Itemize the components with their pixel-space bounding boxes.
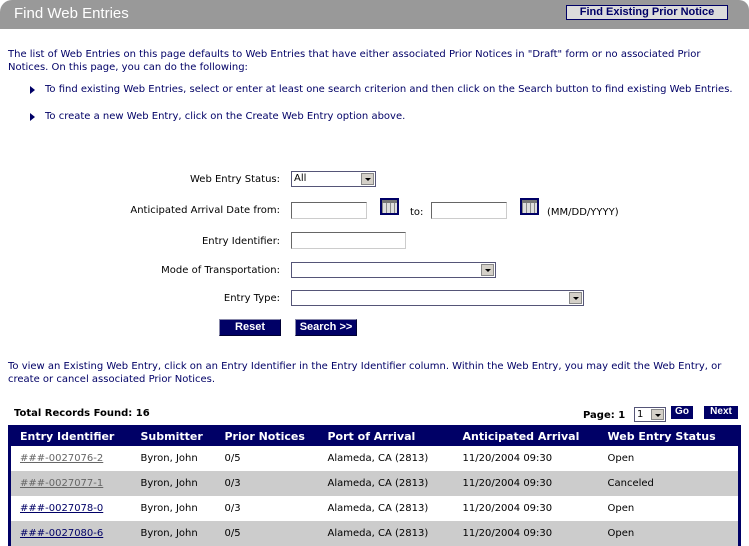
column-header-submitter[interactable]: Submitter: [131, 426, 216, 446]
date-to-label: to:: [410, 207, 424, 218]
column-header-anticipated-arrival[interactable]: Anticipated Arrival: [453, 426, 599, 446]
status-cell: Open: [598, 445, 740, 471]
title-bar: Find Web Entries Find Existing Prior Not…: [0, 0, 749, 29]
entry-identifier-label: Entry Identifier:: [201, 236, 280, 247]
page-indicator: Page: 1: [583, 410, 626, 421]
anticipated-arrival-cell: 11/20/2004 09:30: [453, 495, 599, 521]
chevron-down-icon[interactable]: [569, 292, 582, 304]
intro-text: The list of Web Entries on this page def…: [8, 49, 701, 73]
chevron-down-icon[interactable]: [651, 409, 664, 420]
anticipated-arrival-cell: 11/20/2004 09:30: [453, 470, 599, 496]
entry-identifier-link[interactable]: ###-0027077-1: [20, 478, 103, 489]
entry-identifier-link[interactable]: ###-0027078-0: [20, 503, 103, 514]
web-entry-status-label: Web Entry Status:: [190, 174, 280, 185]
bullet-text: To create a new Web Entry, click on the …: [45, 111, 406, 122]
bullet-arrow-icon: [30, 86, 35, 94]
table-row: ###-0027080-6 Byron, John 0/5 Alameda, C…: [9, 520, 740, 546]
bullet-item: To create a new Web Entry, click on the …: [30, 111, 745, 123]
go-button[interactable]: Go: [671, 406, 693, 419]
search-button[interactable]: Search >>: [295, 319, 357, 336]
prior-notices-cell: 0/5: [215, 445, 319, 471]
calendar-icon[interactable]: [520, 198, 539, 215]
column-header-port-of-arrival[interactable]: Port of Arrival: [318, 426, 454, 446]
column-header-web-entry-status[interactable]: Web Entry Status: [598, 426, 740, 446]
page-select[interactable]: 1: [634, 407, 666, 422]
next-button[interactable]: Next: [704, 406, 738, 419]
web-entry-status-select[interactable]: All: [291, 171, 376, 187]
prior-notices-cell: 0/5: [215, 520, 319, 546]
bullet-item: To find existing Web Entries, select or …: [30, 84, 745, 96]
entry-identifier-link[interactable]: ###-0027076-2: [20, 453, 103, 464]
entry-identifier-input[interactable]: [291, 232, 406, 249]
results-note: To view an Existing Web Entry, click on …: [8, 361, 722, 385]
calendar-icon[interactable]: [380, 198, 399, 215]
mode-of-transportation-label: Mode of Transportation:: [161, 265, 280, 276]
web-entries-table: Entry Identifier Submitter Prior Notices…: [8, 425, 741, 546]
arrival-date-from-label: Anticipated Arrival Date from:: [130, 205, 280, 216]
submitter-cell: Byron, John: [131, 495, 216, 521]
submitter-cell: Byron, John: [131, 470, 216, 496]
status-cell: Open: [598, 495, 740, 521]
arrival-date-to-input[interactable]: [431, 202, 507, 219]
prior-notices-cell: 0/3: [215, 470, 319, 496]
page-title: Find Web Entries: [14, 5, 129, 22]
submitter-cell: Byron, John: [131, 520, 216, 546]
port-of-arrival-cell: Alameda, CA (2813): [318, 520, 454, 546]
port-of-arrival-cell: Alameda, CA (2813): [318, 470, 454, 496]
page-select-value: 1: [637, 409, 644, 420]
bullet-text: To find existing Web Entries, select or …: [45, 84, 733, 95]
port-of-arrival-cell: Alameda, CA (2813): [318, 495, 454, 521]
column-header-prior-notices[interactable]: Prior Notices: [215, 426, 319, 446]
chevron-down-icon[interactable]: [361, 173, 374, 185]
prior-notices-cell: 0/3: [215, 495, 319, 521]
web-entry-status-value: All: [294, 173, 307, 184]
arrival-date-from-input[interactable]: [291, 202, 367, 219]
entry-type-select[interactable]: [291, 290, 584, 306]
entry-type-label: Entry Type:: [223, 293, 280, 304]
entry-identifier-link[interactable]: ###-0027080-6: [20, 528, 103, 539]
table-row: ###-0027076-2 Byron, John 0/5 Alameda, C…: [9, 445, 740, 471]
port-of-arrival-cell: Alameda, CA (2813): [318, 445, 454, 471]
table-row: ###-0027078-0 Byron, John 0/3 Alameda, C…: [9, 495, 740, 521]
column-header-entry-identifier[interactable]: Entry Identifier: [9, 426, 132, 446]
table-header-row: Entry Identifier Submitter Prior Notices…: [9, 426, 740, 446]
anticipated-arrival-cell: 11/20/2004 09:30: [453, 445, 599, 471]
chevron-down-icon[interactable]: [481, 264, 494, 276]
submitter-cell: Byron, John: [131, 445, 216, 471]
total-records: Total Records Found: 16: [14, 408, 150, 419]
table-row: ###-0027077-1 Byron, John 0/3 Alameda, C…: [9, 470, 740, 496]
date-format-hint: (MM/DD/YYYY): [547, 207, 619, 218]
bullet-arrow-icon: [30, 113, 35, 121]
reset-button[interactable]: Reset: [219, 319, 281, 336]
find-existing-prior-notice-button[interactable]: Find Existing Prior Notice: [566, 5, 728, 20]
anticipated-arrival-cell: 11/20/2004 09:30: [453, 520, 599, 546]
status-cell: Open: [598, 520, 740, 546]
status-cell: Canceled: [598, 470, 740, 496]
mode-of-transportation-select[interactable]: [291, 262, 496, 278]
